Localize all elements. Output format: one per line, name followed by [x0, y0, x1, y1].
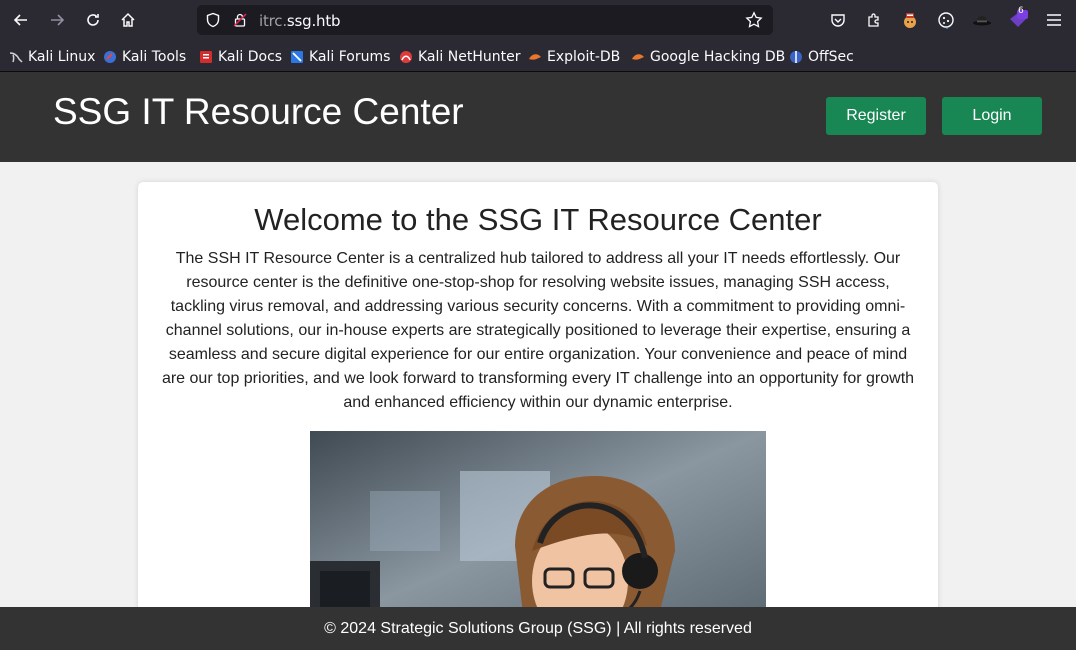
back-arrow-icon [13, 14, 27, 26]
shield-icon[interactable] [205, 12, 221, 28]
cookie-extension-button[interactable] [935, 9, 957, 31]
url-text[interactable]: itrc.ssg.htb [259, 12, 341, 30]
site-title: SSG IT Resource Center [53, 91, 464, 132]
bookmark-label: Kali NetHunter [418, 49, 521, 65]
kali-tools-icon [104, 51, 116, 63]
pocket-icon [831, 14, 845, 27]
exploit-db-icon [529, 54, 541, 60]
url-subdomain: itrc. [259, 12, 287, 30]
browser-toolbar: itrc.ssg.htb 6 [0, 0, 1076, 41]
copyright-text: © 2024 Strategic Solutions Group (SSG) |… [324, 619, 752, 637]
cookie-icon [938, 12, 954, 29]
login-button[interactable]: Login [942, 97, 1042, 135]
bookmarks-toolbar: Kali Linux Kali Tools Kali Docs Kali For… [0, 41, 1076, 72]
bookmark-label: Exploit-DB [547, 49, 621, 65]
bookmark-label: Kali Linux [28, 49, 96, 65]
forward-button[interactable] [45, 8, 69, 32]
bookmark-label: Kali Tools [122, 49, 187, 65]
support-agent-image [310, 431, 766, 622]
bookmark-label: Kali Forums [309, 49, 391, 65]
kali-docs-icon [200, 51, 212, 63]
bookmark-star-icon[interactable] [745, 11, 763, 29]
hamburger-menu-icon [1047, 14, 1061, 26]
register-button[interactable]: Register [826, 97, 926, 135]
support-agent-illustration [310, 431, 766, 622]
bookmark-kali-linux[interactable]: Kali Linux [9, 47, 95, 67]
welcome-heading: Welcome to the SSG IT Resource Center [254, 202, 822, 237]
extensions-button[interactable] [863, 9, 885, 31]
pocket-button[interactable] [827, 9, 849, 31]
nethunter-icon [400, 51, 412, 63]
puzzle-icon [868, 13, 879, 27]
site-header: SSG IT Resource Center Register Login [0, 72, 1076, 162]
kali-dragon-icon [9, 52, 23, 63]
site-footer: © 2024 Strategic Solutions Group (SSG) |… [0, 607, 1076, 650]
url-domain: ssg.htb [286, 12, 341, 30]
bookmark-label: Google Hacking DB [650, 49, 786, 65]
address-bar[interactable]: itrc.ssg.htb [197, 5, 773, 35]
fox-face-icon [904, 13, 916, 28]
bookmark-label: OffSec [808, 49, 854, 65]
forward-arrow-icon [51, 14, 65, 26]
bookmark-kali-forums[interactable]: Kali Forums [290, 47, 390, 67]
bookmark-google-hacking-db[interactable]: Google Hacking DB [631, 47, 785, 67]
home-icon [121, 12, 135, 27]
app-menu-button[interactable] [1043, 9, 1065, 31]
home-button[interactable] [116, 8, 140, 32]
hat-icon [973, 16, 991, 26]
bookmark-kali-docs[interactable]: Kali Docs [199, 47, 282, 67]
reload-icon [87, 14, 99, 26]
back-button[interactable] [9, 8, 33, 32]
welcome-card: Welcome to the SSG IT Resource Center Th… [138, 182, 938, 622]
extension-foxy-button[interactable] [899, 9, 921, 31]
insecure-lock-icon[interactable] [232, 12, 248, 28]
hat-extension-button[interactable] [971, 9, 993, 31]
bookmark-kali-nethunter[interactable]: Kali NetHunter [399, 47, 520, 67]
kali-forums-icon [291, 51, 303, 63]
offsec-icon [790, 51, 802, 63]
ghdb-icon [632, 54, 644, 60]
bookmark-label: Kali Docs [218, 49, 283, 65]
bookmark-exploit-db[interactable]: Exploit-DB [528, 47, 620, 67]
extension-badge: 6 [1018, 6, 1024, 16]
proxy-extension-button[interactable]: 6 [1007, 6, 1029, 31]
intro-paragraph: The SSH IT Resource Center is a centrali… [161, 250, 915, 411]
bookmark-offsec[interactable]: OffSec [789, 47, 854, 67]
bookmark-kali-tools[interactable]: Kali Tools [103, 47, 186, 67]
reload-button[interactable] [81, 8, 105, 32]
